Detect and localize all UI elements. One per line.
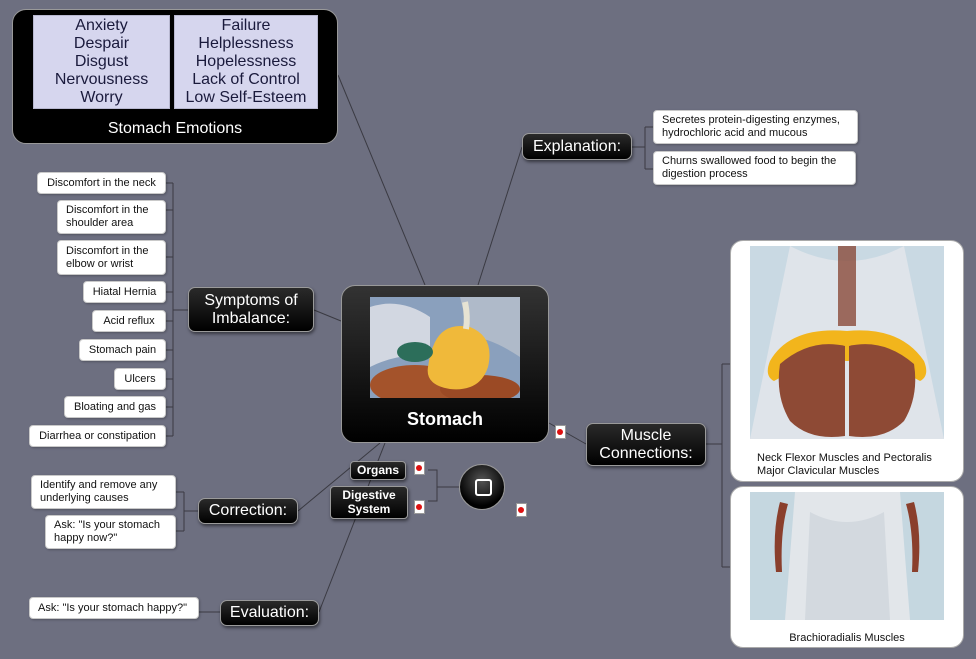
emotions-column-1: Anxiety Despair Disgust Nervousness Worr… bbox=[33, 15, 170, 109]
symptom-item[interactable]: Stomach pain bbox=[79, 339, 166, 361]
bracket-organs bbox=[428, 469, 459, 502]
bracket-correction bbox=[176, 491, 198, 532]
link-symptoms bbox=[313, 309, 342, 322]
symptom-item[interactable]: Hiatal Hernia bbox=[83, 281, 166, 303]
forearm-anatomy-image bbox=[750, 492, 944, 620]
correction-node[interactable]: Correction: bbox=[198, 498, 298, 524]
emotion-item: Low Self-Esteem bbox=[185, 89, 307, 106]
correction-item[interactable]: Identify and remove any underlying cause… bbox=[31, 475, 176, 509]
bracket-muscle bbox=[706, 363, 730, 568]
explanation-item[interactable]: Secretes protein-digesting enzymes, hydr… bbox=[653, 110, 858, 144]
emotion-item: Failure bbox=[221, 17, 271, 34]
symptom-item[interactable]: Diarrhea or constipation bbox=[29, 425, 166, 447]
pdf-icon[interactable] bbox=[414, 500, 425, 514]
emotion-item: Helplessness bbox=[198, 35, 294, 52]
pdf-icon[interactable] bbox=[555, 425, 566, 439]
link-emotions bbox=[337, 74, 426, 286]
evaluation-node[interactable]: Evaluation: bbox=[220, 600, 319, 626]
central-node-stomach[interactable]: Stomach bbox=[341, 285, 549, 443]
bracket-explanation bbox=[632, 126, 653, 170]
correction-item[interactable]: Ask: "Is your stomach happy now?" bbox=[45, 515, 176, 549]
square-button-icon[interactable] bbox=[459, 464, 505, 510]
emotion-item: Disgust bbox=[74, 53, 129, 70]
bracket-symptoms bbox=[166, 182, 188, 437]
symptom-item[interactable]: Bloating and gas bbox=[64, 396, 166, 418]
muscle-card-caption: Brachioradialis Muscles bbox=[789, 632, 905, 644]
digestive-system-node[interactable]: Digestive System bbox=[330, 486, 408, 519]
symptom-item[interactable]: Discomfort in the elbow or wrist bbox=[57, 240, 166, 275]
muscle-connections-node[interactable]: Muscle Connections: bbox=[586, 423, 706, 466]
emotion-item: Despair bbox=[73, 35, 130, 52]
pdf-icon[interactable] bbox=[414, 461, 425, 475]
emotion-item: Lack of Control bbox=[192, 71, 300, 88]
explanation-node[interactable]: Explanation: bbox=[522, 133, 632, 160]
stomach-anatomy-image bbox=[370, 297, 520, 398]
pdf-icon[interactable] bbox=[516, 503, 527, 517]
emotions-column-2: Failure Helplessness Hopelessness Lack o… bbox=[174, 15, 318, 109]
evaluation-item[interactable]: Ask: "Is your stomach happy?" bbox=[29, 597, 199, 619]
pectoralis-anatomy-image bbox=[750, 246, 944, 439]
emotion-item: Worry bbox=[80, 89, 123, 106]
central-title: Stomach bbox=[406, 409, 484, 429]
symptom-item[interactable]: Discomfort in the neck bbox=[37, 172, 166, 194]
explanation-item[interactable]: Churns swallowed food to begin the diges… bbox=[653, 151, 856, 185]
emotion-item: Anxiety bbox=[75, 17, 128, 34]
symptom-item[interactable]: Acid reflux bbox=[92, 310, 166, 332]
symptom-item[interactable]: Discomfort in the shoulder area bbox=[57, 200, 166, 234]
muscle-card-brachioradialis[interactable]: Brachioradialis Muscles bbox=[730, 486, 964, 648]
link-explanation bbox=[477, 146, 523, 286]
symptom-item[interactable]: Ulcers bbox=[114, 368, 166, 390]
muscle-card-caption: Neck Flexor Muscles and Pectoralis Major… bbox=[757, 452, 932, 477]
emotion-item: Nervousness bbox=[54, 71, 149, 88]
stomach-emotions-node[interactable]: Anxiety Despair Disgust Nervousness Worr… bbox=[12, 9, 338, 144]
emotions-title: Stomach Emotions bbox=[107, 120, 243, 137]
emotion-item: Hopelessness bbox=[195, 53, 297, 70]
muscle-card-pectoralis[interactable]: Neck Flexor Muscles and Pectoralis Major… bbox=[730, 240, 964, 482]
symptoms-node[interactable]: Symptoms of Imbalance: bbox=[188, 287, 314, 332]
organs-node[interactable]: Organs bbox=[350, 461, 406, 480]
